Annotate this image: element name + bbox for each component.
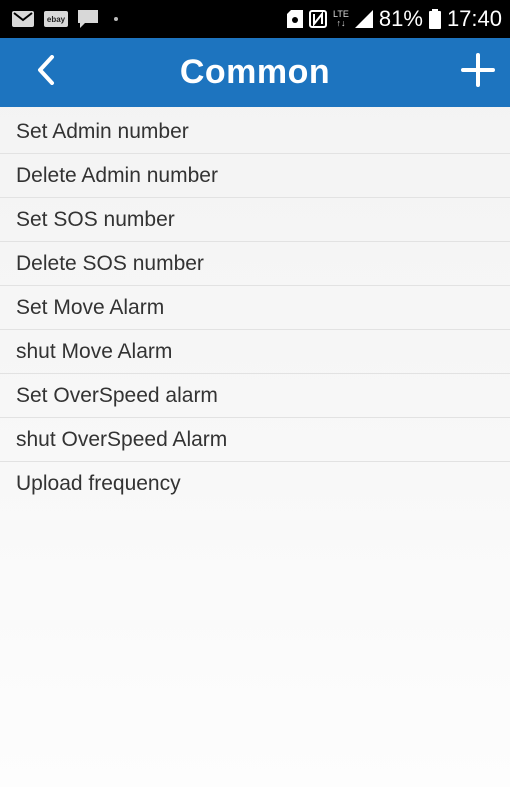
list-item[interactable]: Delete SOS number [0,242,510,286]
lte-arrows: ↑↓ [336,18,346,28]
lte-icon: LTE ↑↓ [333,10,349,28]
ebay-icon: ebay [44,11,68,27]
status-bar: ebay LTE ↑↓ 81% 17:40 [0,0,510,38]
sim-icon [287,10,304,28]
back-button[interactable] [26,52,66,92]
message-icon [78,10,98,28]
plus-icon [461,52,495,92]
status-right: LTE ↑↓ 81% 17:40 [287,6,502,32]
notification-dot-icon [114,17,118,21]
command-list: Set Admin number Delete Admin number Set… [0,110,510,505]
status-left: ebay [12,10,118,28]
list-item[interactable]: shut OverSpeed Alarm [0,418,510,462]
nfc-icon [309,10,328,28]
list-item[interactable]: Set Move Alarm [0,286,510,330]
mail-icon [12,11,34,27]
list-item[interactable]: shut Move Alarm [0,330,510,374]
clock: 17:40 [446,6,502,31]
chevron-left-icon [36,54,56,90]
list-item[interactable]: Set Admin number [0,110,510,154]
list-item[interactable]: Set SOS number [0,198,510,242]
list-item[interactable]: Delete Admin number [0,154,510,198]
list-item[interactable]: Set OverSpeed alarm [0,374,510,418]
list-item[interactable]: Upload frequency [0,462,510,505]
signal-icon [354,10,373,28]
app-header: Common [0,38,510,107]
page-title: Common [179,53,331,91]
add-button[interactable] [456,50,500,94]
battery-percent: 81% [378,6,423,31]
battery-icon [428,9,441,29]
